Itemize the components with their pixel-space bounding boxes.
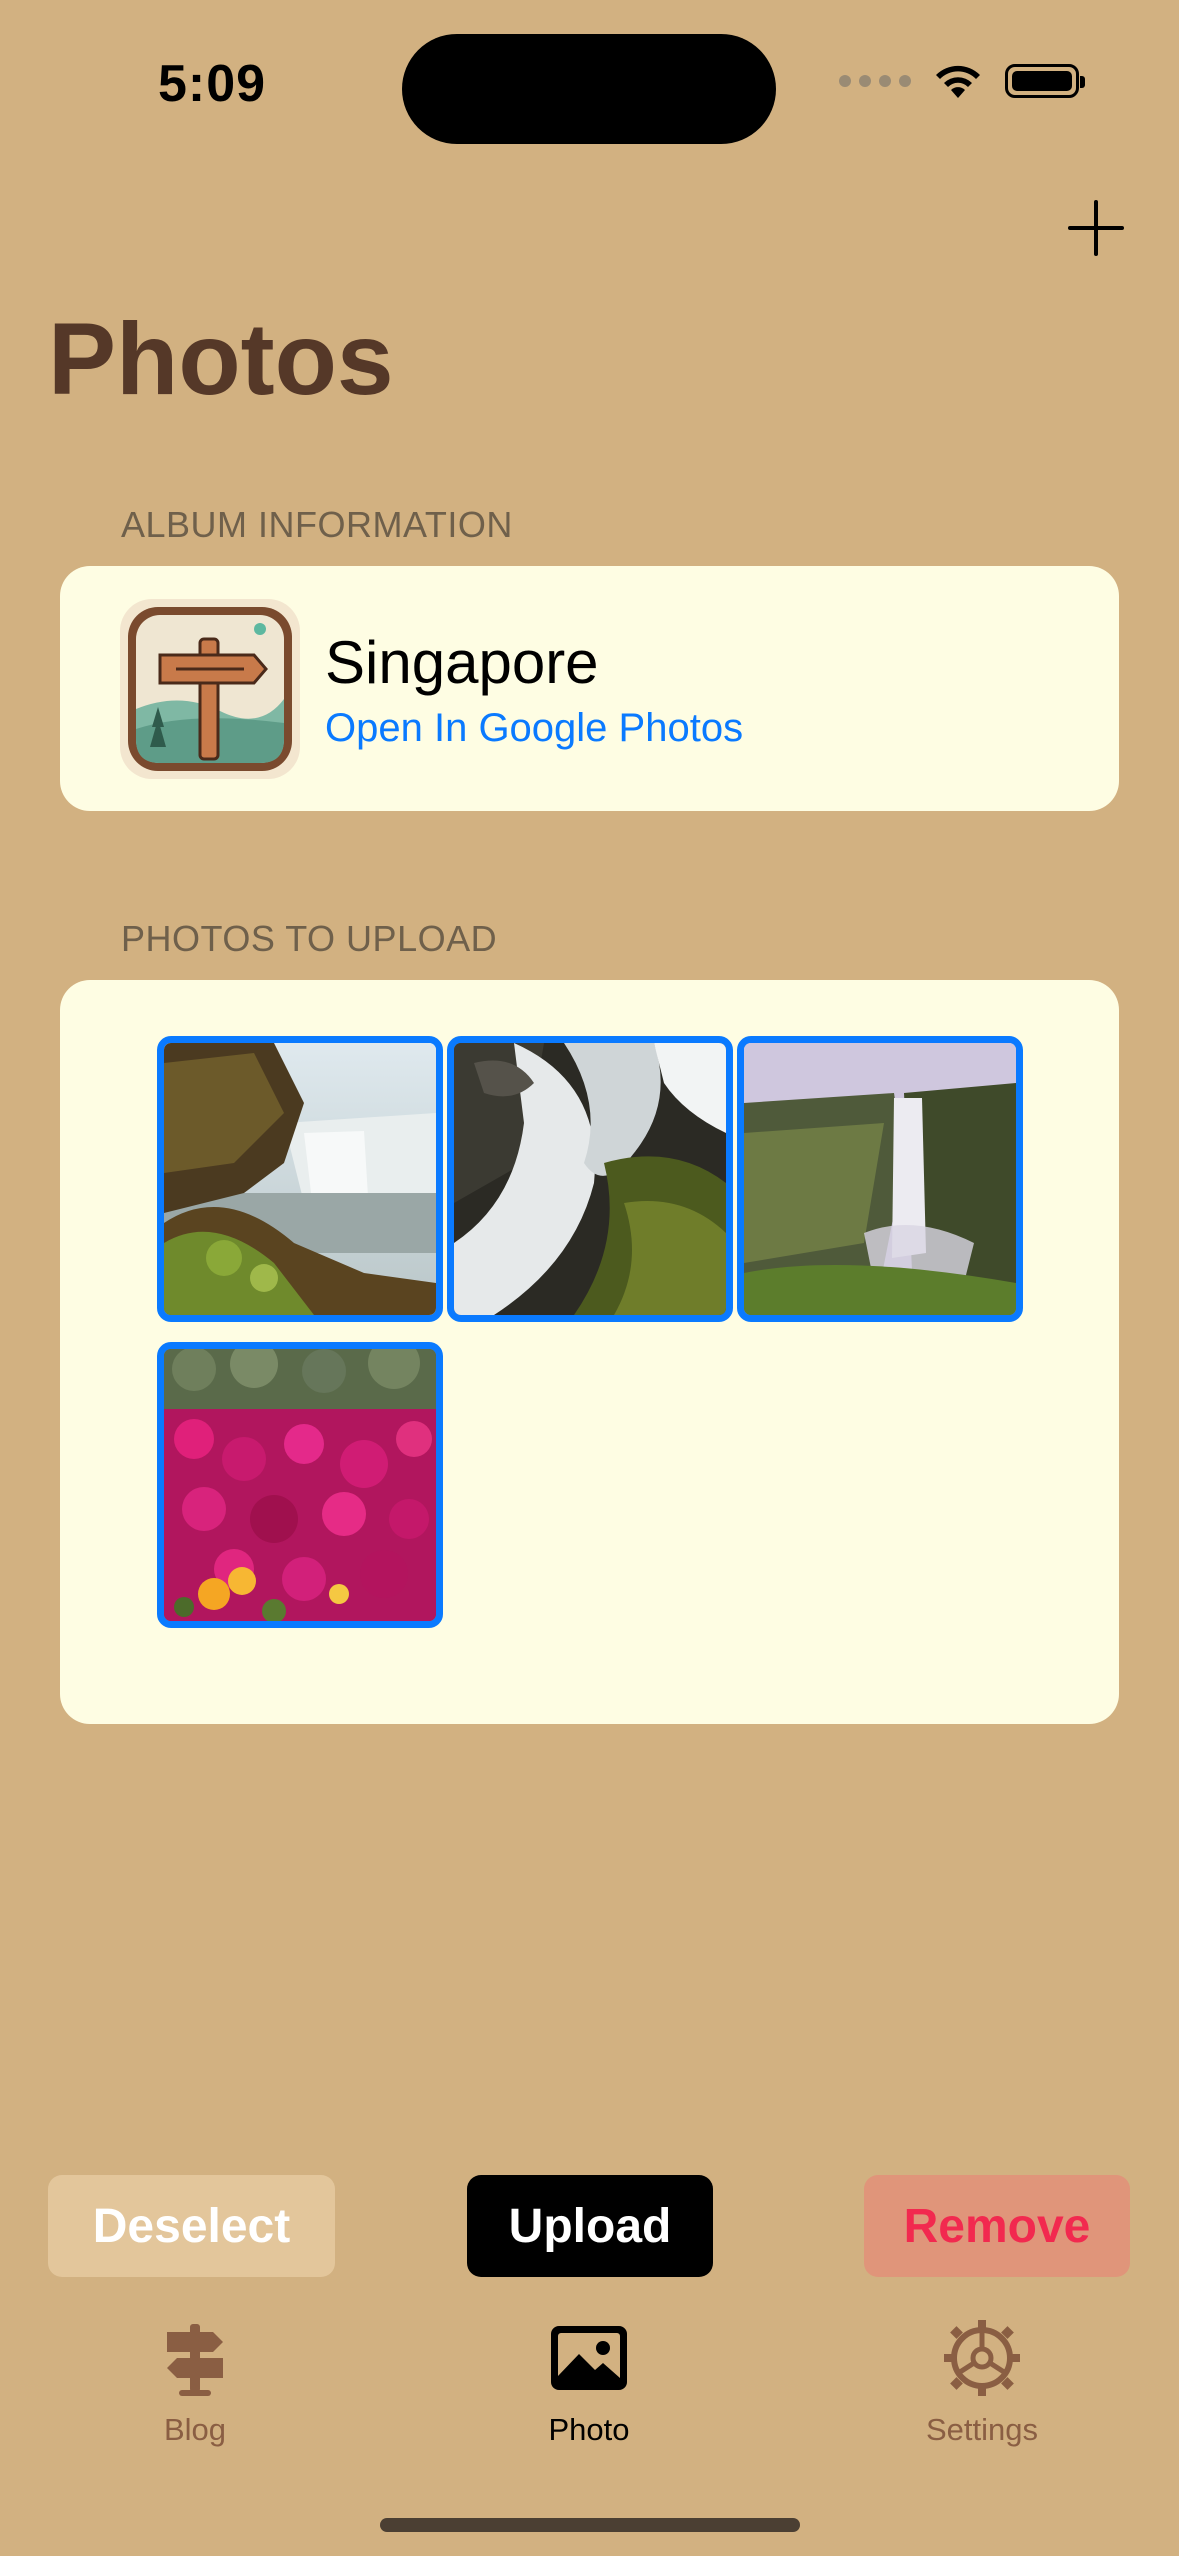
wifi-icon — [936, 65, 980, 98]
tab-photo-label: Photo — [548, 2412, 630, 2447]
tab-settings-label: Settings — [925, 2412, 1038, 2447]
remove-button[interactable]: Remove — [864, 2175, 1130, 2277]
signpost-icon — [167, 2324, 223, 2396]
waterfall-rocks-image — [454, 1043, 726, 1315]
photo-thumbnail[interactable] — [157, 1342, 443, 1628]
photos-card — [60, 980, 1119, 1724]
tab-blog[interactable]: Blog — [95, 2318, 295, 2448]
pink-flowers-image — [164, 1349, 436, 1621]
tab-photo[interactable]: Photo — [489, 2318, 689, 2448]
deselect-button[interactable]: Deselect — [48, 2175, 335, 2277]
waterfall-cliff-image — [164, 1043, 436, 1315]
upload-button[interactable]: Upload — [467, 2175, 713, 2277]
album-section-header: ALBUM INFORMATION — [121, 504, 513, 545]
home-indicator[interactable] — [380, 2518, 800, 2532]
photo-thumbnail[interactable] — [737, 1036, 1023, 1322]
photo-thumbnail[interactable] — [447, 1036, 733, 1322]
open-in-google-photos-link[interactable]: Open In Google Photos — [325, 706, 743, 751]
cellular-signal-icon — [839, 75, 911, 87]
photo-thumbnail[interactable] — [157, 1036, 443, 1322]
album-card: Singapore Open In Google Photos — [60, 566, 1119, 811]
gear-icon — [944, 2320, 1020, 2396]
photo-icon — [551, 2326, 627, 2390]
plus-icon[interactable] — [1064, 196, 1128, 260]
status-icons — [839, 62, 1085, 100]
tab-settings[interactable]: Settings — [882, 2318, 1082, 2448]
battery-icon — [1005, 64, 1085, 98]
page-title: Photos — [48, 302, 394, 416]
waterfall-valley-image — [744, 1043, 1016, 1315]
status-time: 5:09 — [158, 55, 267, 113]
album-name: Singapore — [325, 629, 599, 696]
tab-blog-label: Blog — [163, 2412, 227, 2447]
photos-screen: 5:09 Photos ALBUM INFORMATION Singapore … — [0, 0, 1179, 2556]
photos-section-header: PHOTOS TO UPLOAD — [121, 918, 498, 959]
dynamic-island — [402, 34, 776, 144]
signpost-app-icon — [120, 599, 300, 779]
